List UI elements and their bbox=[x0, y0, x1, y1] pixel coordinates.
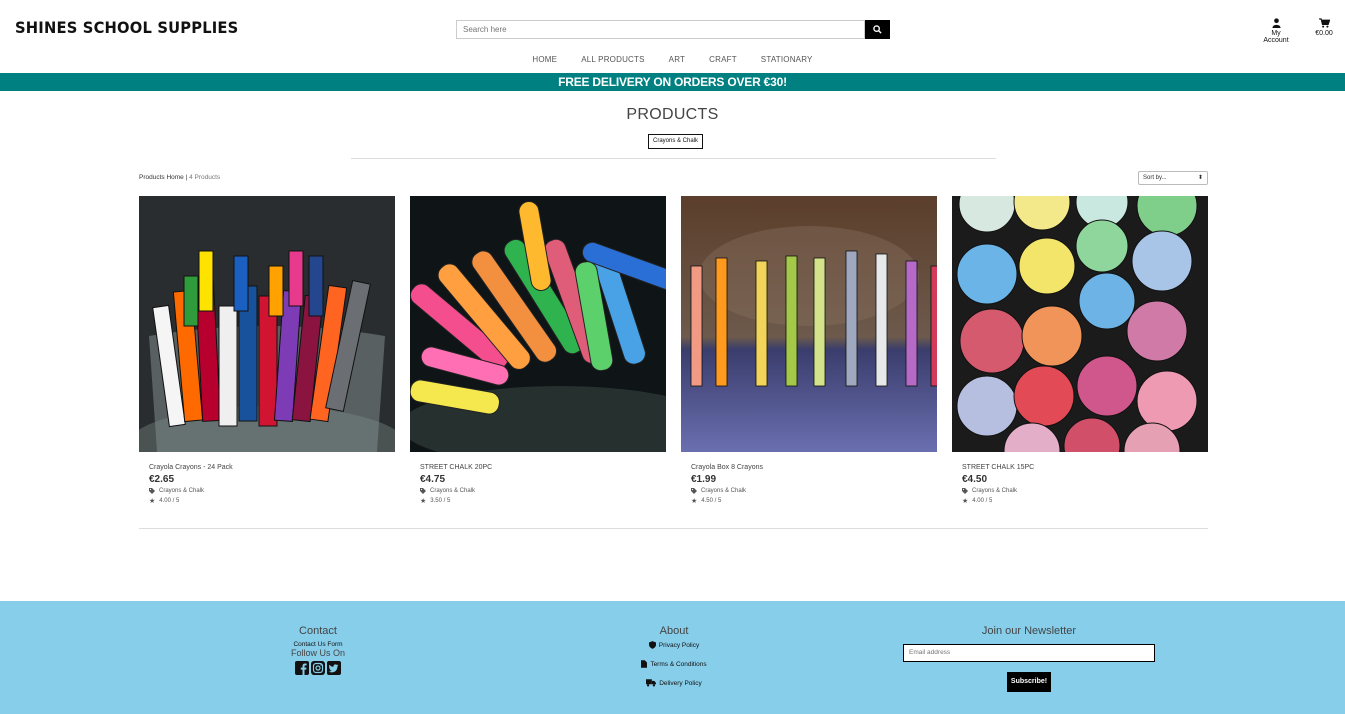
product-rating-value: 4.00 / 5 bbox=[159, 498, 180, 504]
site-footer: Contact Contact Us Form Follow Us On Abo… bbox=[0, 601, 1345, 714]
instagram-icon[interactable] bbox=[311, 661, 325, 675]
nav-home[interactable]: HOME bbox=[532, 55, 557, 64]
product-price: €2.65 bbox=[149, 474, 175, 485]
file-icon bbox=[641, 660, 648, 668]
product-category[interactable]: Crayons & Chalk bbox=[149, 488, 395, 494]
search-icon bbox=[873, 25, 882, 34]
divider bbox=[351, 158, 996, 159]
product-rating: ★ 4.50 / 5 bbox=[691, 497, 937, 505]
nav-all-products[interactable]: ALL PRODUCTS bbox=[581, 55, 644, 64]
divider bbox=[139, 528, 1208, 529]
cart-total: €0.00 bbox=[1315, 30, 1333, 37]
shopping-cart-icon bbox=[1318, 18, 1330, 28]
nav-art[interactable]: ART bbox=[669, 55, 685, 64]
product-count: 4 Products bbox=[189, 174, 221, 181]
product-price: €4.75 bbox=[420, 474, 446, 485]
tag-icon bbox=[420, 488, 426, 494]
star-icon: ★ bbox=[149, 498, 156, 505]
product-image[interactable] bbox=[952, 196, 1208, 452]
product-card: STREET CHALK 20PC €4.75 Crayons & Chalk … bbox=[410, 196, 666, 505]
newsletter-heading: Join our Newsletter bbox=[981, 625, 1077, 637]
product-category-label: Crayons & Chalk bbox=[701, 488, 747, 494]
product-category-label: Crayons & Chalk bbox=[972, 488, 1018, 494]
account-label: My Account bbox=[1263, 30, 1289, 44]
delivery-policy-link[interactable]: Delivery Policy bbox=[624, 679, 724, 687]
privacy-policy-link[interactable]: Privacy Policy bbox=[624, 641, 724, 649]
product-rating: ★ 3.50 / 5 bbox=[420, 497, 666, 505]
product-rating-value: 4.00 / 5 bbox=[972, 498, 993, 504]
star-icon: ★ bbox=[691, 498, 698, 505]
newsletter-email-input[interactable] bbox=[903, 643, 1155, 662]
brand-logo[interactable]: SHINES SCHOOL SUPPLIES bbox=[15, 18, 238, 37]
nav-craft[interactable]: CRAFT bbox=[709, 55, 737, 64]
product-category[interactable]: Crayons & Chalk bbox=[420, 488, 666, 494]
social-links bbox=[268, 661, 368, 675]
product-price: €4.50 bbox=[962, 474, 988, 485]
footer-contact: Contact Contact Us Form Follow Us On bbox=[268, 625, 368, 675]
user-icon bbox=[1271, 18, 1281, 28]
tag-icon bbox=[149, 488, 155, 494]
product-name[interactable]: STREET CHALK 20PC bbox=[420, 464, 666, 471]
product-card: Crayola Box 8 Crayons €1.99 Crayons & Ch… bbox=[681, 196, 937, 505]
product-name[interactable]: Crayola Crayons - 24 Pack bbox=[149, 464, 395, 471]
category-badge[interactable]: Crayons & Chalk bbox=[648, 134, 704, 149]
sort-label: Sort by... bbox=[1143, 175, 1167, 181]
product-rating-value: 3.50 / 5 bbox=[430, 498, 451, 504]
product-rating: ★ 4.00 / 5 bbox=[962, 497, 1208, 505]
footer-about-heading: About bbox=[659, 625, 689, 637]
privacy-policy-label: Privacy Policy bbox=[658, 641, 700, 649]
breadcrumb: Products Home | 4 Products bbox=[139, 174, 220, 181]
breadcrumb-home-link[interactable]: Products Home bbox=[139, 174, 184, 181]
shield-icon bbox=[648, 641, 656, 649]
product-price: €1.99 bbox=[691, 474, 717, 485]
main-nav: HOME ALL PRODUCTS ART CRAFT STATIONARY bbox=[0, 55, 1345, 64]
product-image[interactable] bbox=[410, 196, 666, 452]
product-name[interactable]: Crayola Box 8 Crayons bbox=[691, 464, 937, 471]
search-button[interactable] bbox=[865, 20, 890, 39]
terms-label: Terms & Conditions bbox=[650, 660, 707, 668]
terms-link[interactable]: Terms & Conditions bbox=[624, 660, 724, 668]
contact-form-link[interactable]: Contact Us Form bbox=[268, 641, 368, 648]
cart-link[interactable]: €0.00 bbox=[1313, 18, 1335, 37]
product-category-label: Crayons & Chalk bbox=[430, 488, 476, 494]
search-input[interactable] bbox=[456, 20, 865, 39]
star-icon: ★ bbox=[962, 498, 969, 505]
product-card: STREET CHALK 15PC €4.50 Crayons & Chalk … bbox=[952, 196, 1208, 505]
product-image[interactable] bbox=[139, 196, 395, 452]
star-icon: ★ bbox=[420, 498, 427, 505]
site-header: SHINES SCHOOL SUPPLIES My Account €0.00 … bbox=[0, 0, 1345, 73]
product-image[interactable] bbox=[681, 196, 937, 452]
page-title: PRODUCTS bbox=[626, 106, 719, 123]
footer-about: About Privacy Policy Terms & Conditions … bbox=[624, 625, 724, 687]
tag-icon bbox=[691, 488, 697, 494]
footer-newsletter: Join our Newsletter Subscribe! bbox=[903, 625, 1155, 692]
product-rating-value: 4.50 / 5 bbox=[701, 498, 722, 504]
search-bar bbox=[456, 20, 890, 39]
twitter-icon[interactable] bbox=[327, 661, 341, 675]
delivery-policy-label: Delivery Policy bbox=[659, 679, 702, 687]
product-category[interactable]: Crayons & Chalk bbox=[962, 488, 1208, 494]
tag-icon bbox=[962, 488, 968, 494]
subscribe-button[interactable]: Subscribe! bbox=[1007, 671, 1051, 692]
free-delivery-banner: FREE DELIVERY ON ORDERS OVER €30! bbox=[0, 73, 1345, 91]
product-name[interactable]: STREET CHALK 15PC bbox=[962, 464, 1208, 471]
product-rating: ★ 4.00 / 5 bbox=[149, 497, 395, 505]
product-card: Crayola Crayons - 24 Pack €2.65 Crayons … bbox=[139, 196, 395, 505]
product-category[interactable]: Crayons & Chalk bbox=[691, 488, 937, 494]
product-category-label: Crayons & Chalk bbox=[159, 488, 205, 494]
footer-contact-heading: Contact bbox=[299, 625, 337, 637]
sort-select[interactable]: Sort by... ⬍ bbox=[1138, 171, 1208, 185]
sort-arrows-icon: ⬍ bbox=[1197, 175, 1203, 181]
nav-stationary[interactable]: STATIONARY bbox=[761, 55, 813, 64]
facebook-icon[interactable] bbox=[295, 661, 309, 675]
truck-icon bbox=[646, 679, 657, 687]
my-account-link[interactable]: My Account bbox=[1258, 18, 1294, 44]
follow-us-label: Follow Us On bbox=[290, 648, 345, 658]
